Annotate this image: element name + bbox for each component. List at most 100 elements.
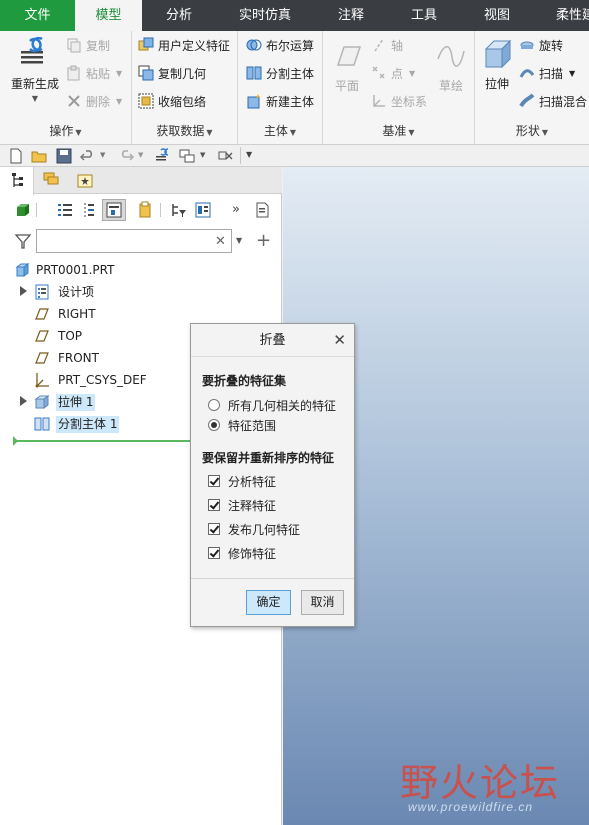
plane-icon (330, 39, 364, 73)
expand-arrow-icon[interactable] (20, 396, 27, 406)
tree-note-icon[interactable] (136, 201, 154, 219)
add-filter-icon[interactable]: + (256, 230, 271, 251)
ribbon-group-label-datum[interactable]: 基准 ▼ (323, 122, 474, 139)
tree-display-toggle-icon[interactable] (102, 199, 126, 221)
tab-tools[interactable]: 工具 (395, 0, 453, 31)
cancel-button[interactable]: 取消 (301, 590, 344, 615)
split-body-button[interactable]: 分割主体 (246, 62, 314, 84)
close-icon[interactable]: ✕ (333, 324, 346, 357)
checkbox[interactable] (208, 547, 220, 559)
copy-button[interactable]: 复制 (66, 34, 110, 56)
ribbon-group-shapes: 拉伸 旋转 扫描 ▼ 扫描混合 形状 ▼ (475, 31, 589, 145)
paste-button[interactable]: 粘贴 ▼ (66, 62, 122, 84)
ribbon-group-label-get-data[interactable]: 获取数据 ▼ (132, 122, 237, 139)
paste-icon (66, 65, 82, 81)
filter-funnel-icon[interactable] (14, 232, 32, 250)
search-dropdown-icon[interactable]: ▼ (236, 236, 242, 245)
sketch-button[interactable]: 草绘 (431, 39, 471, 94)
quick-access-toolbar: ▼ ▼ ▼ ▼ (0, 145, 589, 167)
ok-button[interactable]: 确定 (246, 590, 291, 615)
datum-csys-button[interactable]: 坐标系 (371, 90, 427, 112)
datum-point-button[interactable]: 点 ▼ (371, 62, 415, 84)
radio-all-geometry-dependent[interactable]: 所有几何相关的特征 (208, 396, 336, 414)
check-publish-geometry-features[interactable]: 发布几何特征 (208, 520, 300, 538)
checkbox[interactable] (208, 523, 220, 535)
tree-search-input[interactable] (36, 229, 232, 253)
clear-search-icon[interactable]: ✕ (215, 234, 226, 249)
tab-analysis[interactable]: 分析 (148, 0, 210, 31)
tree-node-label: PRT0001.PRT (36, 263, 115, 277)
tree-page-icon[interactable] (254, 201, 272, 219)
new-body-icon (246, 93, 262, 109)
tree-node-design-items[interactable]: 设计项 (0, 281, 282, 303)
check-annotation-features[interactable]: 注释特征 (208, 496, 276, 514)
checkbox[interactable] (208, 499, 220, 511)
radio-button[interactable] (208, 399, 220, 411)
regenerate-button[interactable]: 重新生成 ▼ (8, 36, 62, 103)
windows-icon[interactable] (179, 148, 195, 164)
tree-columns-icon[interactable] (80, 201, 98, 219)
delete-button[interactable]: 删除 ▼ (66, 90, 122, 112)
tab-file[interactable]: 文件 (0, 0, 75, 31)
datum-plane-icon (34, 328, 50, 344)
check-cosmetic-features[interactable]: 修饰特征 (208, 544, 276, 562)
datum-plane-button[interactable]: 平面 (327, 39, 367, 94)
regenerate-icon (18, 36, 52, 71)
regenerate-small-icon[interactable] (155, 148, 171, 164)
section-features-to-collapse: 要折叠的特征集 (202, 374, 287, 388)
layer-tree-tab[interactable] (34, 167, 68, 194)
ribbon-group-label-shapes[interactable]: 形状 ▼ (475, 122, 589, 139)
tree-node-part[interactable]: PRT0001.PRT (0, 259, 282, 281)
udf-button[interactable]: 用户定义特征 (138, 34, 230, 56)
model-tree-tab[interactable] (0, 167, 34, 195)
tree-node-label: RIGHT (58, 307, 96, 321)
copy-geometry-button[interactable]: 复制几何 (138, 62, 206, 84)
datum-plane-icon (34, 350, 50, 366)
split-body-feature-icon (34, 416, 50, 432)
tab-flexible-modeling[interactable]: 柔性建 (540, 0, 589, 31)
radio-button-selected[interactable] (208, 419, 220, 431)
tree-settings-icon[interactable] (194, 201, 212, 219)
extrude-button[interactable]: 拉伸 (479, 37, 515, 92)
tree-toolbar-divider (36, 203, 37, 217)
redo-dropdown-icon[interactable]: ▼ (138, 151, 148, 167)
watermark-url: www.proewildfire.cn (408, 800, 534, 814)
datum-axis-button[interactable]: 轴 (371, 34, 403, 56)
open-folder-icon[interactable] (31, 148, 47, 164)
revolve-button[interactable]: 旋转 (519, 34, 563, 56)
swept-blend-button[interactable]: 扫描混合 (519, 90, 587, 112)
radio-feature-range[interactable]: 特征范围 (208, 416, 276, 434)
tab-view[interactable]: 视图 (468, 0, 526, 31)
save-icon[interactable] (56, 148, 72, 164)
extrude-feature-icon (34, 394, 50, 410)
windows-dropdown-icon[interactable]: ▼ (200, 151, 210, 167)
new-body-button[interactable]: 新建主体 (246, 90, 314, 112)
tab-model[interactable]: 模型 (75, 0, 142, 31)
customize-toolbar-icon[interactable]: ▼ (246, 150, 256, 166)
checkbox[interactable] (208, 475, 220, 487)
tab-annotate[interactable]: 注释 (322, 0, 380, 31)
undo-icon[interactable] (79, 148, 96, 164)
boolean-operations-button[interactable]: 布尔运算 (246, 34, 314, 56)
close-window-icon[interactable] (218, 148, 234, 164)
redo-icon[interactable] (118, 148, 135, 164)
body-tree-icon[interactable] (14, 201, 32, 219)
undo-dropdown-icon[interactable]: ▼ (100, 151, 110, 167)
new-file-icon[interactable] (8, 148, 24, 164)
expand-arrow-icon[interactable] (20, 286, 27, 296)
tab-realtime-simulation[interactable]: 实时仿真 (228, 0, 302, 31)
udf-icon (138, 37, 154, 53)
tree-filter-icon[interactable] (170, 201, 188, 219)
sweep-button[interactable]: 扫描 ▼ (519, 62, 575, 84)
ribbon-group-label-body[interactable]: 主体 ▼ (238, 122, 322, 139)
favorites-tab[interactable] (68, 167, 102, 194)
ribbon-group-operations: 重新生成 ▼ 复制 粘贴 ▼ 删除 ▼ 操作 ▼ (0, 31, 132, 145)
check-analysis-features[interactable]: 分析特征 (208, 472, 276, 490)
copy-icon (66, 37, 82, 53)
tree-node-right-plane[interactable]: RIGHT (0, 303, 282, 325)
shrinkwrap-button[interactable]: 收缩包络 (138, 90, 206, 112)
show-tree-icon[interactable] (56, 201, 74, 219)
insert-here-marker[interactable] (15, 440, 190, 442)
ribbon-group-label-operations[interactable]: 操作 ▼ (0, 122, 131, 139)
more-chevron-icon[interactable]: » (232, 201, 250, 219)
